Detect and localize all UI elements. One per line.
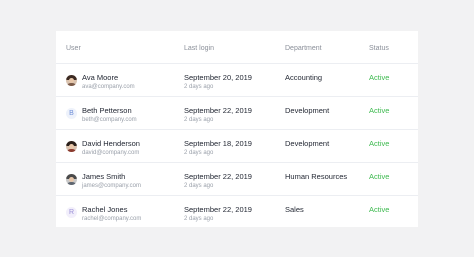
last-login-date: September 22, 2019 [184,205,252,214]
user-email: beth@company.com [82,117,137,123]
last-login-ago: 2 days ago [184,84,214,90]
last-login-date: September 20, 2019 [184,73,252,82]
status-badge: Active [369,172,390,181]
department: Human Resources [285,172,348,181]
department: Accounting [285,73,323,82]
last-login-date: September 22, 2019 [184,106,252,115]
user-name[interactable]: Ava Moore [82,73,118,82]
table-row[interactable]: R Rachel Jones rachel@company.com Septem… [56,196,418,229]
department: Sales [285,205,304,214]
user-name[interactable]: David Henderson [82,139,140,148]
user-email: james@company.com [82,183,141,189]
header-last-login[interactable]: Last login [184,45,214,52]
user-email: rachel@company.com [82,216,142,222]
user-email: david@company.com [82,150,140,156]
last-login-ago: 2 days ago [184,150,214,156]
last-login-ago: 2 days ago [184,183,214,189]
status-badge: Active [369,205,390,214]
status-badge: Active [369,73,390,82]
users-table: User Last login Department Status Ava Mo… [56,31,418,227]
table-row[interactable]: James Smith james@company.com September … [56,163,418,196]
user-name[interactable]: James Smith [82,172,125,181]
table-row[interactable]: Ava Moore ava@company.com September 20, … [56,64,418,97]
avatar [66,141,77,152]
avatar: R [66,207,77,218]
last-login-ago: 2 days ago [184,216,214,222]
user-name[interactable]: Beth Petterson [82,106,132,115]
department: Development [285,139,330,148]
table-row[interactable]: B Beth Petterson beth@company.com Septem… [56,97,418,130]
user-email: ava@company.com [82,84,135,90]
avatar [66,174,77,185]
table-header: User Last login Department Status [56,31,418,64]
department: Development [285,106,330,115]
header-department[interactable]: Department [285,45,322,52]
status-badge: Active [369,106,390,115]
last-login-ago: 2 days ago [184,117,214,123]
avatar [66,75,77,86]
avatar: B [66,108,77,119]
last-login-date: September 22, 2019 [184,172,252,181]
status-badge: Active [369,139,390,148]
user-name[interactable]: Rachel Jones [82,205,127,214]
table-row[interactable]: David Henderson david@company.com Septem… [56,130,418,163]
header-status[interactable]: Status [369,45,389,52]
last-login-date: September 18, 2019 [184,139,252,148]
header-user[interactable]: User [66,45,81,52]
